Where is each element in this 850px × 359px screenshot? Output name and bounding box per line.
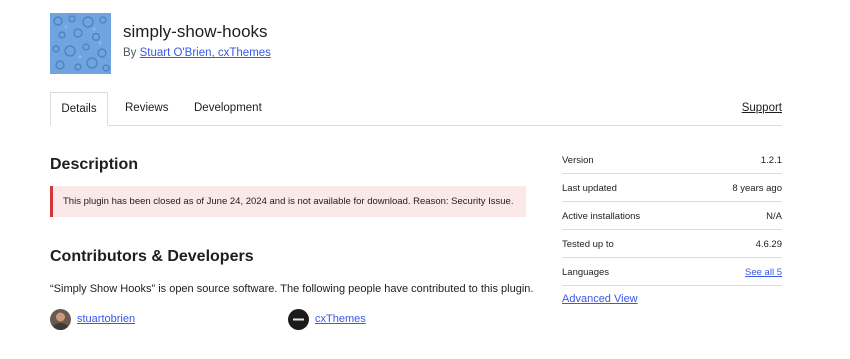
meta-row-version: Version 1.2.1 [562, 146, 782, 174]
meta-value: 4.6.29 [755, 239, 782, 250]
byline-prefix: By [123, 47, 140, 59]
contributor-item: cxThemes [288, 308, 366, 330]
meta-row-languages: Languages See all 5 [562, 258, 782, 286]
plugin-meta-table: Version 1.2.1 Last updated 8 years ago A… [562, 146, 782, 286]
meta-row-tested-up-to: Tested up to 4.6.29 [562, 230, 782, 258]
tab-reviews[interactable]: Reviews [125, 92, 168, 125]
meta-key: Languages [562, 267, 610, 278]
description-heading: Description [50, 156, 139, 173]
contributor-item: stuartobrien [50, 308, 135, 330]
meta-value: 1.2.1 [760, 155, 782, 166]
contributors-text: “Simply Show Hooks” is open source softw… [50, 283, 534, 295]
plugin-title: simply-show-hooks [123, 22, 268, 41]
meta-value: 8 years ago [732, 183, 782, 194]
contributors-heading: Contributors & Developers [50, 248, 254, 265]
closed-notice-text: This plugin has been closed as of June 2… [63, 196, 514, 207]
contributor-avatar [288, 308, 309, 330]
plugin-byline: By Stuart O'Brien, cxThemes [123, 47, 271, 59]
tab-development[interactable]: Development [194, 92, 262, 125]
meta-key: Tested up to [562, 239, 614, 250]
authors-link[interactable]: Stuart O'Brien, cxThemes [140, 47, 271, 59]
meta-row-last-updated: Last updated 8 years ago [562, 174, 782, 202]
meta-key: Active installations [562, 211, 641, 222]
meta-value: N/A [766, 211, 782, 222]
meta-value: See all 5 [745, 267, 782, 278]
meta-key: Version [562, 155, 594, 166]
contributor-avatar [50, 308, 71, 330]
tabs-bar: Details Reviews Development Support [50, 92, 782, 126]
contributor-link[interactable]: stuartobrien [77, 313, 135, 325]
closed-notice: This plugin has been closed as of June 2… [50, 186, 526, 217]
meta-key: Last updated [562, 183, 617, 194]
support-link[interactable]: Support [742, 92, 782, 125]
meta-row-active-installations: Active installations N/A [562, 202, 782, 230]
advanced-view-link[interactable]: Advanced View [562, 293, 638, 305]
plugin-icon [50, 13, 111, 74]
tab-details[interactable]: Details [50, 92, 108, 126]
contributor-link[interactable]: cxThemes [315, 313, 366, 325]
see-all-languages-link[interactable]: See all 5 [745, 267, 782, 278]
